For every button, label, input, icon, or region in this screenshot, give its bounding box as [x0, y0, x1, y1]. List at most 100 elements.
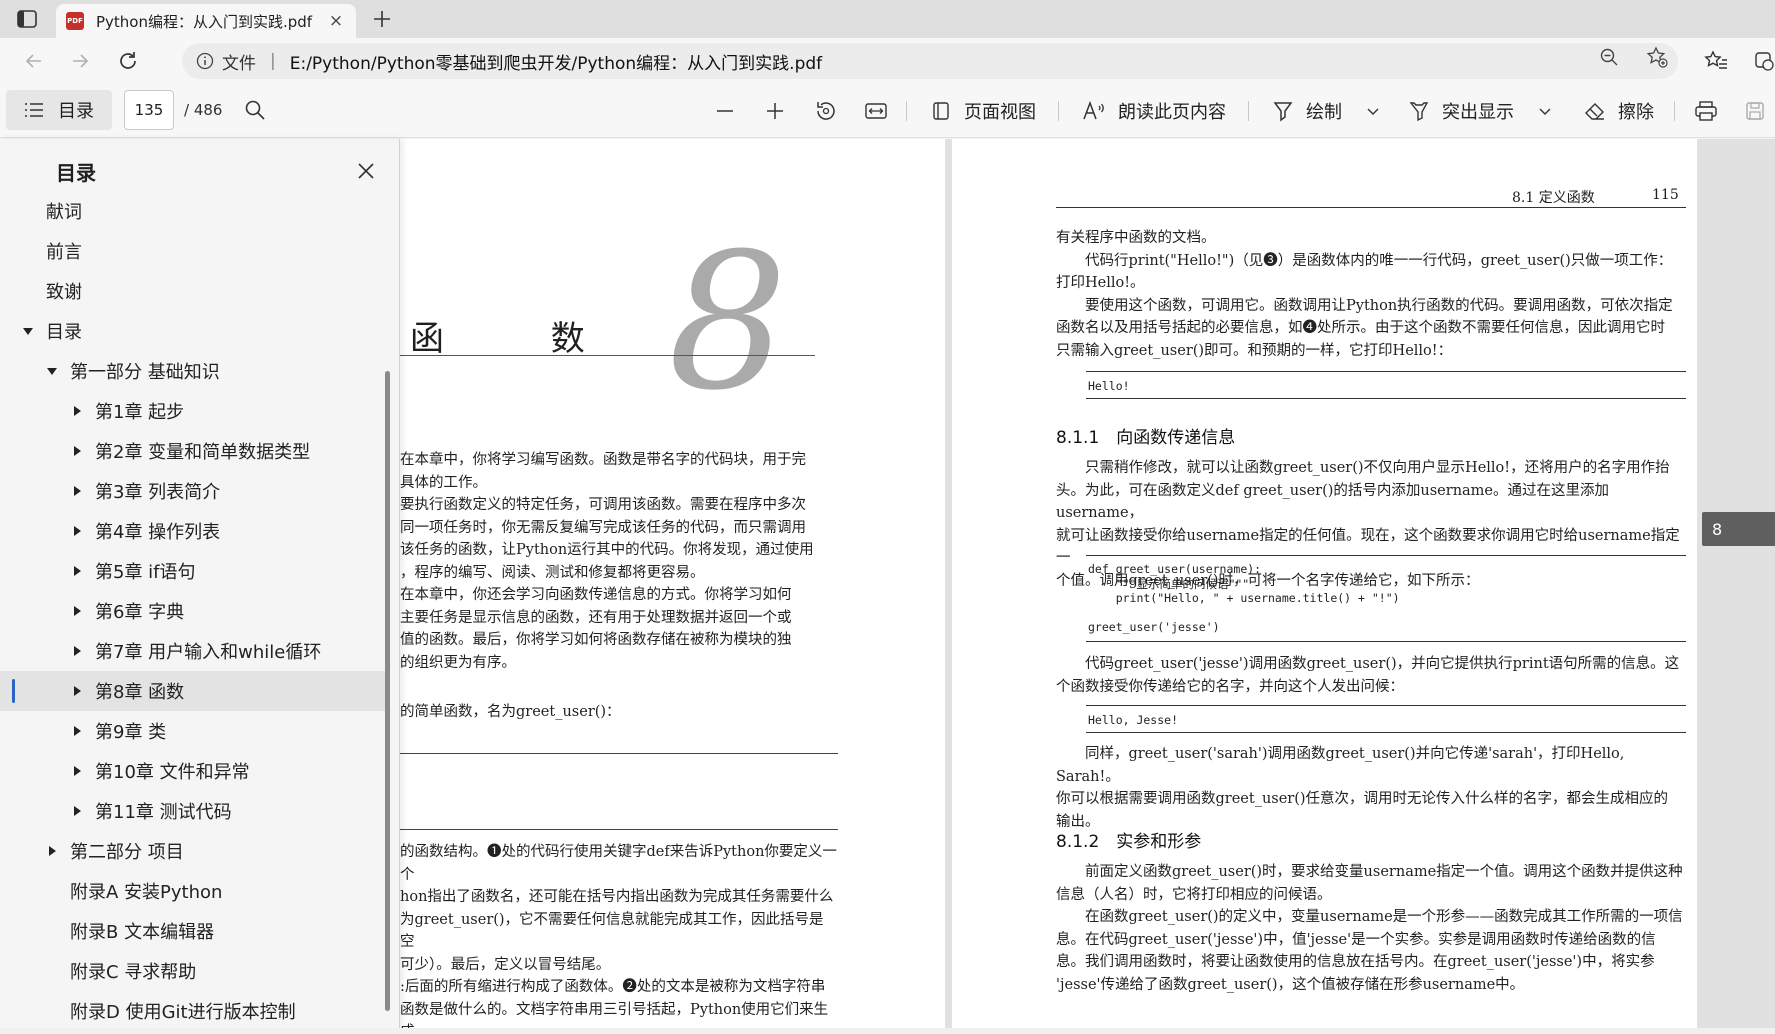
tab-title: Python编程：从入门到实践.pdf	[96, 12, 313, 31]
list-icon	[24, 102, 44, 118]
page-view-button[interactable]: 页面视图	[930, 97, 1036, 125]
toc-item[interactable]: 第5章 if语句	[0, 551, 390, 591]
text-line: 的组织更为有序。	[400, 654, 516, 671]
chapter-rule	[400, 355, 815, 356]
text-line: 'jesse'传递给了函数greet_user()，这个值被存储在形参usern…	[1056, 976, 1525, 993]
toc-item[interactable]: 附录C 寻求帮助	[0, 951, 390, 991]
caret-right-icon[interactable]	[46, 845, 58, 857]
caret-right-icon[interactable]	[71, 645, 83, 657]
add-favorite-icon[interactable]	[1646, 46, 1668, 68]
toc-item[interactable]: 前言	[0, 231, 390, 271]
new-tab-icon[interactable]	[370, 7, 394, 31]
caret-down-icon[interactable]	[22, 325, 34, 337]
toc-item[interactable]: 第10章 文件和异常	[0, 751, 390, 791]
toc-item[interactable]: 第11章 测试代码	[0, 791, 390, 831]
erase-button[interactable]: 擦除	[1584, 97, 1654, 125]
toc-item-label: 第7章 用户输入和while循环	[95, 642, 322, 663]
toc-item[interactable]: 附录A 安装Python	[0, 871, 390, 911]
caret-right-icon[interactable]	[71, 565, 83, 577]
info-icon[interactable]	[196, 52, 214, 70]
toc-item-label: 第二部分 项目	[70, 842, 184, 863]
caret-right-icon[interactable]	[71, 685, 83, 697]
text-line: 要执行函数定义的特定任务，可调用该函数。需要在程序中多次	[400, 497, 806, 513]
toc-button[interactable]: 目录	[6, 90, 112, 130]
close-icon[interactable]	[354, 159, 378, 183]
toc-item[interactable]: 第6章 字典	[0, 591, 390, 631]
toc-item[interactable]: 第1章 起步	[0, 391, 390, 431]
text-line: 信息（人名）时，它将打印相应的问候语。	[1056, 886, 1332, 903]
highlight-icon	[1408, 100, 1430, 122]
toc-button-label: 目录	[58, 101, 94, 122]
toc-item[interactable]: 第3章 列表简介	[0, 471, 390, 511]
active-tab[interactable]: PDF Python编程：从入门到实践.pdf ×	[56, 4, 356, 38]
collections-icon[interactable]	[1752, 49, 1775, 73]
caret-right-icon[interactable]	[71, 485, 83, 497]
url-field[interactable]: 文件 | E:/Python/Python零基础到爬虫开发/Python编程：从…	[182, 43, 1678, 79]
toc-item-label: 第9章 类	[95, 722, 167, 743]
code-rule	[400, 753, 838, 754]
refresh-icon[interactable]	[116, 49, 140, 73]
toc-item[interactable]: 第2章 变量和简单数据类型	[0, 431, 390, 471]
zoom-in-button[interactable]	[764, 97, 786, 125]
toc-item[interactable]: 献词	[0, 191, 390, 231]
draw-options-chevron-icon[interactable]	[1366, 97, 1380, 125]
rotate-icon[interactable]	[814, 97, 838, 125]
text-line: 要使用这个函数，可调用它。函数调用让Python执行函数的代码。要调用函数，可依…	[1056, 297, 1673, 314]
fit-width-icon[interactable]	[864, 97, 888, 125]
back-icon[interactable]	[22, 49, 46, 73]
text-line: 个函数接受你传递给它的名字，并向这个人发出问候：	[1056, 678, 1404, 695]
text-line: 在函数greet_user()的定义中，变量username是一个形参——函数完…	[1056, 909, 1683, 925]
save-icon[interactable]	[1744, 97, 1766, 125]
toc-item[interactable]: 第4章 操作列表	[0, 511, 390, 551]
code-block: Hello!	[1088, 379, 1130, 393]
highlight-button[interactable]: 突出显示	[1408, 97, 1514, 125]
caret-right-icon[interactable]	[71, 805, 83, 817]
caret-right-icon[interactable]	[71, 765, 83, 777]
toc-item[interactable]: 第7章 用户输入和while循环	[0, 631, 390, 671]
text-line: 可少）。最后，定义以冒号结尾。	[400, 956, 611, 973]
code-rule	[1086, 732, 1686, 733]
toc-item-label: 第8章 函数	[95, 682, 185, 703]
print-icon[interactable]	[1694, 97, 1718, 125]
toc-item-label: 第11章 测试代码	[95, 802, 232, 823]
tab-close-icon[interactable]: ×	[326, 11, 346, 31]
toc-item[interactable]: 附录B 文本编辑器	[0, 911, 390, 951]
highlight-options-chevron-icon[interactable]	[1538, 97, 1552, 125]
paragraph: 前面定义函数greet_user()时，要求给变量username指定一个值。调…	[1056, 861, 1686, 996]
search-icon[interactable]	[244, 99, 266, 121]
caret-down-icon[interactable]	[46, 365, 58, 377]
text-line: 打印Hello!。	[1056, 275, 1145, 291]
toc-item[interactable]: 致谢	[0, 271, 390, 311]
text-line: 息。我们调用函数时，将要让函数使用的信息放在括号内。在greet_user('j…	[1056, 954, 1655, 970]
url-text[interactable]: E:/Python/Python零基础到爬虫开发/Python编程：从入门到实践…	[290, 49, 822, 74]
zoom-out-icon[interactable]	[1598, 46, 1620, 68]
draw-button[interactable]: 绘制	[1272, 97, 1342, 125]
tab-actions-icon[interactable]	[14, 8, 40, 30]
caret-right-icon[interactable]	[71, 725, 83, 737]
caret-right-icon[interactable]	[71, 525, 83, 537]
horizontal-scrollbar[interactable]	[0, 1028, 1775, 1034]
pdf-toolbar: 目录 135 / 486 页面视图 朗读此页内容 绘制 突出显示 擦除	[0, 84, 1775, 138]
zoom-out-button[interactable]	[714, 97, 736, 125]
favorites-icon[interactable]	[1704, 49, 1728, 73]
page-view-icon	[930, 100, 952, 122]
toc-item[interactable]: 附录D 使用Git进行版本控制	[0, 991, 390, 1031]
forward-icon[interactable]	[68, 49, 92, 73]
caret-right-icon[interactable]	[71, 605, 83, 617]
text-line: 息。在代码greet_user('jesse')中，值'jesse'是一个实参。…	[1056, 931, 1656, 948]
page-number-input[interactable]: 135	[124, 90, 174, 130]
toc-item-label: 目录	[46, 322, 82, 343]
tab-strip: PDF Python编程：从入门到实践.pdf ×	[0, 0, 1775, 38]
toc-item[interactable]: 第9章 类	[0, 711, 390, 751]
toolbar-divider	[1674, 101, 1675, 121]
toc-item[interactable]: 第8章 函数	[0, 671, 390, 711]
toc-item[interactable]: 第一部分 基础知识	[0, 351, 390, 391]
toc-item[interactable]: 第二部分 项目	[0, 831, 390, 871]
sidebar-scrollbar[interactable]	[385, 371, 390, 1011]
caret-right-icon[interactable]	[71, 445, 83, 457]
address-bar: 文件 | E:/Python/Python零基础到爬虫开发/Python编程：从…	[0, 38, 1775, 84]
toc-item[interactable]: 目录	[0, 311, 390, 351]
text-line: 在本章中，你将学习编写函数。函数是带名字的代码块，用于完	[400, 452, 806, 468]
read-aloud-button[interactable]: 朗读此页内容	[1082, 97, 1226, 125]
caret-right-icon[interactable]	[71, 405, 83, 417]
